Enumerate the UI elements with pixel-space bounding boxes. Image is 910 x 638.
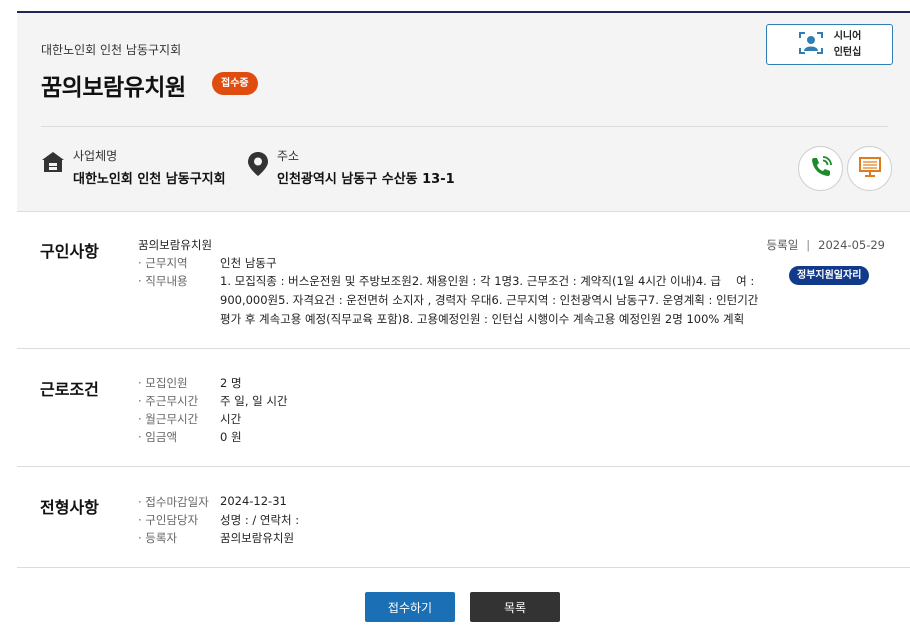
gov-support-badge: 정부지원일자리	[789, 266, 870, 285]
status-badge: 접수중	[212, 72, 258, 95]
row-value: 성명 : / 연락처 :	[220, 513, 300, 527]
selection-row: · 구인담당자 성명 : / 연락처 :	[138, 512, 299, 528]
row-key: · 주근무시간	[138, 394, 199, 408]
business-value: 대한노인회 인천 남동구지회	[73, 172, 226, 187]
apply-button[interactable]: 접수하기	[365, 592, 455, 622]
selection-row: · 접수마감일자 2024-12-31	[138, 494, 287, 510]
conditions-row: · 주근무시간 주 일, 일 시간	[138, 393, 288, 409]
row-value: 2 명	[220, 376, 242, 390]
duty-line: 1. 모집직종 : 버스운전원 및 주방보조원2. 채용인원 : 각 1명3. …	[220, 274, 755, 288]
conditions-row: · 월근무시간 시간	[138, 411, 241, 427]
senior-internship-label: 시니어 인턴십	[834, 29, 862, 61]
conditions-title: 근로조건	[40, 380, 99, 399]
recruit-row-area: · 근무지역 인천 남동구	[138, 255, 277, 271]
registration-date: 등록일 | 2024-05-29	[767, 237, 885, 253]
divider	[41, 126, 888, 127]
conditions-row: · 임금액 0 원	[138, 429, 242, 445]
senior-label-line2: 인턴십	[833, 46, 862, 58]
duty-line: 평가 후 계속고용 예정(직무교육 포함)8. 고용예정인원 : 인턴십 시행이…	[220, 312, 745, 326]
row-value: 주 일, 일 시간	[220, 394, 288, 408]
row-key: · 등록자	[138, 531, 178, 545]
monitor-icon	[858, 156, 882, 182]
row-key: · 접수마감일자	[138, 495, 209, 509]
address-value: 인천광역시 남동구 수산동 13-1	[277, 172, 455, 187]
row-key: · 모집인원	[138, 376, 188, 390]
recruit-title: 구인사항	[40, 242, 99, 261]
senior-label-line1: 시니어	[833, 30, 862, 42]
page-title: 꿈의보람유치원	[41, 75, 186, 101]
person-scan-icon	[798, 30, 824, 60]
row-value: 0 원	[220, 430, 242, 444]
phone-button[interactable]	[798, 146, 843, 191]
senior-internship-button[interactable]: 시니어 인턴십	[766, 24, 893, 65]
row-key: · 임금액	[138, 430, 178, 444]
phone-icon	[808, 154, 834, 184]
business-label: 사업체명	[73, 149, 118, 163]
job-header: 대한노인회 인천 남동구지회 꿈의보람유치원 접수중 시니어 인턴십 사업체명	[17, 11, 910, 212]
row-key: · 구인담당자	[138, 513, 199, 527]
duty-line: 900,000원5. 자격요건 : 운전면허 소지자 , 경력자 우대6. 근무…	[220, 293, 759, 307]
list-button[interactable]: 목록	[470, 592, 560, 622]
row-value: 2024-12-31	[220, 494, 287, 508]
location-pin-icon	[247, 151, 269, 181]
conditions-row: · 모집인원 2 명	[138, 375, 242, 391]
address-label: 주소	[277, 149, 300, 163]
row-key: · 근무지역	[138, 256, 188, 270]
row-value: 꿈의보람유치원	[220, 531, 295, 545]
row-value: 인천 남동구	[220, 256, 277, 270]
recruit-row-duty: · 직무내용	[138, 273, 220, 289]
row-value: 시간	[220, 412, 242, 426]
selection-row: · 등록자 꿈의보람유치원	[138, 530, 294, 546]
row-key: · 직무내용	[138, 274, 188, 288]
duty-description: 1. 모집직종 : 버스운전원 및 주방보조원2. 채용인원 : 각 1명3. …	[220, 272, 770, 329]
selection-title: 전형사항	[40, 498, 99, 517]
address-info: 주소 인천광역시 남동구 수산동 13-1	[247, 147, 455, 187]
org-subtitle: 대한노인회 인천 남동구지회	[41, 43, 182, 57]
monitor-button[interactable]	[847, 146, 892, 191]
recruit-section: 구인사항 꿈의보람유치원 · 근무지역 인천 남동구 · 직무내용 1. 모집직…	[17, 212, 910, 349]
business-info: 사업체명 대한노인회 인천 남동구지회	[41, 147, 226, 187]
row-key: · 월근무시간	[138, 412, 199, 426]
reg-label: 등록일	[766, 238, 799, 252]
selection-section: 전형사항 · 접수마감일자 2024-12-31 · 구인담당자 성명 : / …	[17, 467, 910, 568]
post-name: 꿈의보람유치원	[138, 238, 213, 252]
reg-date-value: 2024-05-29	[818, 238, 885, 252]
conditions-section: 근로조건 · 모집인원 2 명 · 주근무시간 주 일, 일 시간 · 월근무시…	[17, 349, 910, 467]
building-icon	[41, 151, 65, 177]
reg-separator: |	[806, 238, 811, 252]
